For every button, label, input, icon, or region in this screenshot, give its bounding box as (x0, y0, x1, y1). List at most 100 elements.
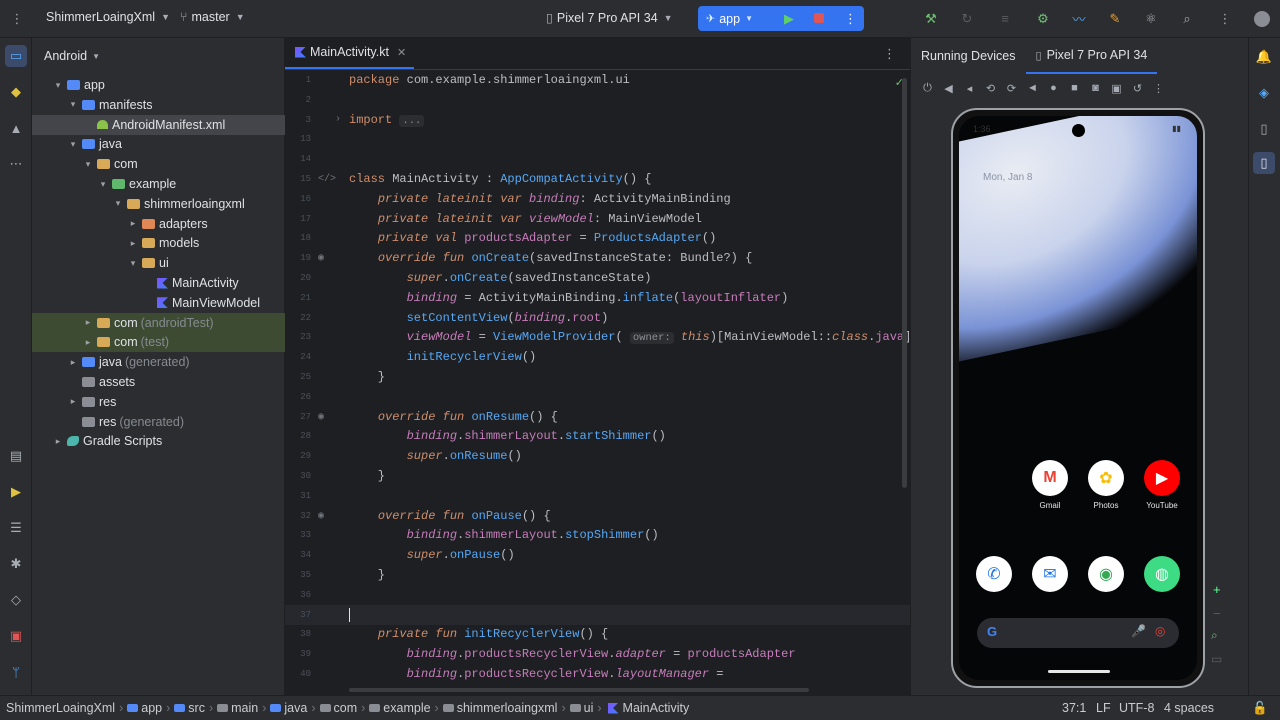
device-manager-icon[interactable]: ▯ (1253, 118, 1275, 140)
commit-icon[interactable]: ◆ (5, 81, 27, 103)
app-icon[interactable]: ▶ (1144, 460, 1180, 496)
device-selector[interactable]: ▯ Pixel 7 Pro API 34 ▼ (546, 10, 673, 26)
caret-position[interactable]: 37:1 (1062, 701, 1086, 715)
debug-bug-icon[interactable]: ✱ (5, 553, 27, 575)
chevron-icon[interactable]: ▾ (81, 159, 95, 170)
code-line[interactable]: 24 initRecyclerView() (285, 347, 910, 367)
code-line[interactable]: 25 } (285, 367, 910, 387)
project-view-selector[interactable]: Android ▼ (32, 38, 284, 74)
date-widget[interactable]: Mon, Jan 8 (983, 172, 1032, 183)
tree-item[interactable]: ▸ adapters (32, 214, 285, 234)
zoom-fit-icon[interactable]: ⌕ (1211, 628, 1218, 643)
tabs-menu-icon[interactable]: ⋮ (883, 46, 896, 62)
tree-item[interactable]: ▸ Gradle Scripts (32, 431, 285, 451)
volume-up-icon[interactable]: ◀ (938, 77, 959, 99)
code-line[interactable]: 28 binding.shimmerLayout.startShimmer() (285, 426, 910, 446)
tree-item[interactable]: ▾ ui (32, 253, 285, 273)
tab-mainactivity[interactable]: MainActivity.kt ✕ (285, 37, 415, 69)
more-options-icon[interactable]: ⋮ (1148, 77, 1169, 99)
tree-item[interactable]: AndroidManifest.xml (32, 114, 285, 135)
more-actions-icon[interactable]: ⋮ (844, 11, 857, 27)
code-line[interactable]: 39 binding.productsRecyclerView.adapter … (285, 644, 910, 664)
code-line[interactable]: 30 } (285, 466, 910, 486)
search-icon[interactable]: ⌕ (1176, 8, 1198, 30)
chevron-icon[interactable]: ▸ (66, 357, 80, 368)
tree-item[interactable]: ▾ java (32, 134, 285, 154)
main-menu-icon[interactable]: ⋮ (6, 8, 28, 30)
code-line[interactable]: 13 (285, 129, 910, 149)
chevron-icon[interactable]: ▸ (126, 218, 140, 229)
microphone-icon[interactable]: 🎤 (1131, 624, 1146, 638)
settings-menu-icon[interactable]: ⋮ (1214, 8, 1236, 30)
chevron-icon[interactable]: ▸ (81, 337, 95, 348)
lock-icon[interactable]: 🔓 (1252, 701, 1268, 716)
tree-item[interactable]: ▾ app (32, 75, 285, 95)
screen-record-icon[interactable]: ▣ (1106, 77, 1127, 99)
zoom-in-icon[interactable]: + (1213, 582, 1221, 597)
app-icon[interactable]: ◉ (1088, 556, 1124, 592)
tree-item[interactable]: ▸ models (32, 233, 285, 253)
notifications-icon[interactable]: 🔔 (1253, 46, 1275, 68)
fold-chevron-icon[interactable]: › (335, 114, 341, 125)
code-line[interactable]: 18 private val productsAdapter = Product… (285, 228, 910, 248)
code-area[interactable]: 1 package com.example.shimmerloaingxml.ui… (285, 70, 911, 685)
tab-device[interactable]: ▯ Pixel 7 Pro API 34 (1025, 38, 1158, 74)
app-icon[interactable]: ◍ (1144, 556, 1180, 592)
profiler-icon[interactable]: 〰 (1068, 8, 1090, 30)
chevron-icon[interactable]: ▾ (51, 80, 65, 91)
overview-icon[interactable]: ■ (1064, 77, 1085, 99)
volume-down-icon[interactable]: ◂ (959, 77, 980, 99)
tree-item[interactable]: MainActivity (32, 273, 285, 293)
code-line[interactable]: 26 (285, 387, 910, 407)
chevron-icon[interactable]: ▾ (96, 179, 110, 190)
snapshot-icon[interactable]: ↺ (1127, 77, 1148, 99)
rotate-left-icon[interactable]: ⟲ (980, 77, 1001, 99)
breadcrumb-item[interactable]: com (334, 701, 358, 715)
run-tool-icon[interactable]: ▶ (5, 481, 27, 503)
logcat-icon[interactable]: ☰ (5, 517, 27, 539)
terminal-icon[interactable]: ▣ (5, 625, 27, 647)
tree-item[interactable]: ▸ java (generated) (32, 352, 285, 372)
build-variants-icon[interactable]: ◇ (5, 589, 27, 611)
breadcrumb-item[interactable]: main (231, 701, 258, 715)
breadcrumb-item[interactable]: example (383, 701, 430, 715)
code-line[interactable]: 35 } (285, 565, 910, 585)
gesture-nav-bar[interactable] (1048, 670, 1110, 673)
breadcrumb-item[interactable]: ShimmerLoaingXml (6, 701, 115, 715)
back-icon[interactable]: ◄ (1022, 77, 1043, 99)
chevron-icon[interactable]: ▸ (81, 317, 95, 328)
tab-running-devices[interactable]: Running Devices (911, 38, 1026, 74)
code-line[interactable]: 37 (285, 604, 910, 625)
app-icon[interactable]: M (1032, 460, 1068, 496)
code-line[interactable]: 19 ◉ override fun onCreate(savedInstanceS… (285, 248, 910, 268)
code-line[interactable]: 1 package com.example.shimmerloaingxml.ui (285, 70, 910, 90)
tree-item[interactable]: ▸ com (test) (32, 332, 285, 353)
power-icon[interactable]: ⏻ (917, 77, 938, 99)
chevron-icon[interactable]: ▾ (66, 99, 80, 110)
breadcrumb-item[interactable]: java (284, 701, 307, 715)
stop-icon[interactable] (814, 13, 824, 23)
chevron-icon[interactable]: ▾ (111, 198, 125, 209)
override-gutter-icon[interactable]: ◉ (318, 252, 324, 264)
line-separator[interactable]: LF (1096, 701, 1111, 715)
run-gutter-icon[interactable]: </> (318, 174, 336, 185)
tree-item[interactable]: ▾ shimmerloaingxml (32, 194, 285, 214)
screenshot-icon[interactable]: ◙ (1085, 77, 1106, 99)
breadcrumb-item[interactable]: app (141, 701, 162, 715)
code-line[interactable]: 31 (285, 486, 910, 506)
app-icon[interactable]: ✆ (976, 556, 1012, 592)
vertical-scrollbar[interactable] (902, 78, 907, 488)
project-selector[interactable]: ShimmerLoaingXml ▼ (46, 10, 170, 24)
override-gutter-icon[interactable]: ◉ (318, 411, 324, 423)
assistant-icon[interactable]: ⚛ (1140, 8, 1162, 30)
close-icon[interactable]: ✕ (397, 46, 406, 59)
branch-selector[interactable]: ⑂ master ▼ (180, 10, 245, 24)
indent-setting[interactable]: 4 spaces (1164, 701, 1214, 715)
running-devices-icon[interactable]: ▯ (1253, 152, 1275, 174)
tree-item[interactable]: assets (32, 372, 285, 392)
project-tool-icon[interactable]: ▭ (5, 45, 27, 67)
chevron-icon[interactable]: ▾ (66, 139, 80, 150)
app-inspection-icon[interactable]: ▤ (5, 445, 27, 467)
lens-icon[interactable]: ◎ (1155, 624, 1165, 638)
device-screen[interactable]: 1:36 ▮▮ Mon, Jan 8 M Gmail ✿ Photos ▶ YouTube… (959, 116, 1197, 680)
